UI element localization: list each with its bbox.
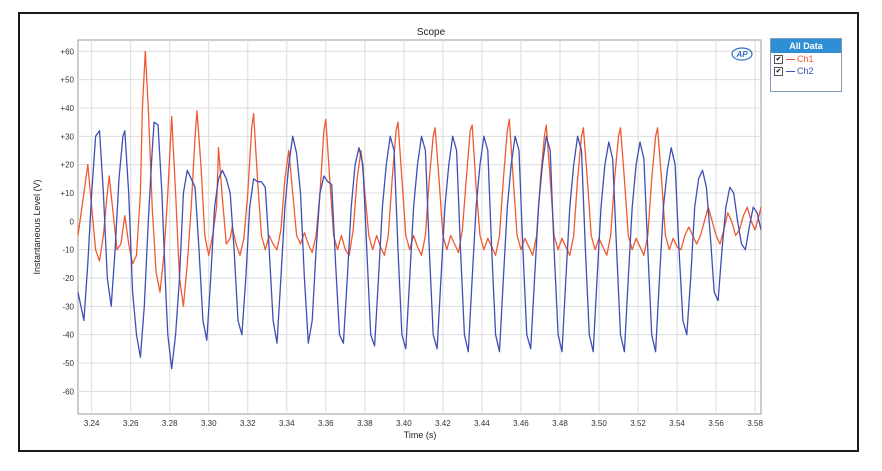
ap-logo-text: AP (735, 50, 748, 59)
x-tick-label: 3.32 (240, 419, 256, 428)
y-tick-label: +50 (60, 76, 74, 85)
y-tick-label: -50 (62, 359, 74, 368)
x-tick-label: 3.50 (591, 419, 607, 428)
y-tick-label: +10 (60, 189, 74, 198)
x-tick-label: 3.54 (669, 419, 685, 428)
legend-swatch-ch2 (786, 70, 795, 72)
y-tick-label: 0 (70, 217, 75, 226)
x-tick-label: 3.44 (474, 419, 490, 428)
y-tick-labels: +60 +50 +40 +30 +20 +10 0 -10 -20 -30 -40 -50 -60 (60, 47, 74, 396)
legend: All Data ✔ Ch1 ✔ Ch2 (770, 38, 842, 92)
x-tick-label: 3.28 (162, 419, 178, 428)
y-tick-label: -40 (62, 331, 74, 340)
y-tick-label: +30 (60, 132, 74, 141)
chart-frame: Scope +60 +50 +40 +30 +20 +10 0 -10 -20 -30 -40 -50… (18, 12, 859, 452)
legend-swatch-ch1 (786, 58, 795, 60)
x-tick-label: 3.40 (396, 419, 412, 428)
y-tick-label: -60 (62, 387, 74, 396)
x-tick-label: 3.34 (279, 419, 295, 428)
checkbox-ch2[interactable]: ✔ (774, 66, 783, 76)
y-tick-label: +40 (60, 104, 74, 113)
legend-item-ch1[interactable]: ✔ Ch1 (771, 53, 841, 65)
chart-title: Scope (417, 27, 446, 38)
x-tick-label: 3.24 (84, 419, 100, 428)
x-axis-label: Time (s) (404, 430, 437, 440)
x-tick-label: 3.58 (747, 419, 763, 428)
x-tick-label: 3.26 (123, 419, 139, 428)
y-tick-label: -10 (62, 246, 74, 255)
x-tick-labels: 3.24 3.26 3.28 3.30 3.32 3.34 3.36 3.38 3.40 3.42… (84, 419, 764, 428)
checkbox-ch1[interactable]: ✔ (774, 54, 783, 64)
plot-area (77, 39, 762, 415)
x-tick-label: 3.52 (630, 419, 646, 428)
y-tick-label: +20 (60, 161, 74, 170)
x-tick-label: 3.56 (708, 419, 724, 428)
y-tick-label: -30 (62, 302, 74, 311)
legend-label-ch2: Ch2 (797, 66, 814, 76)
x-tick-label: 3.30 (201, 419, 217, 428)
y-axis-label: Instantaneous Level (V) (32, 179, 42, 274)
x-tick-label: 3.36 (318, 419, 334, 428)
x-tick-label: 3.42 (435, 419, 451, 428)
x-tick-label: 3.46 (513, 419, 529, 428)
legend-item-ch2[interactable]: ✔ Ch2 (771, 65, 841, 77)
x-tick-label: 3.38 (357, 419, 373, 428)
legend-label-ch1: Ch1 (797, 54, 814, 64)
y-tick-label: -20 (62, 274, 74, 283)
y-tick-label: +60 (60, 47, 74, 56)
scope-chart: Scope +60 +50 +40 +30 +20 +10 0 -10 -20 -30 -40 -50… (32, 27, 764, 440)
x-tick-label: 3.48 (552, 419, 568, 428)
legend-title: All Data (771, 39, 841, 53)
